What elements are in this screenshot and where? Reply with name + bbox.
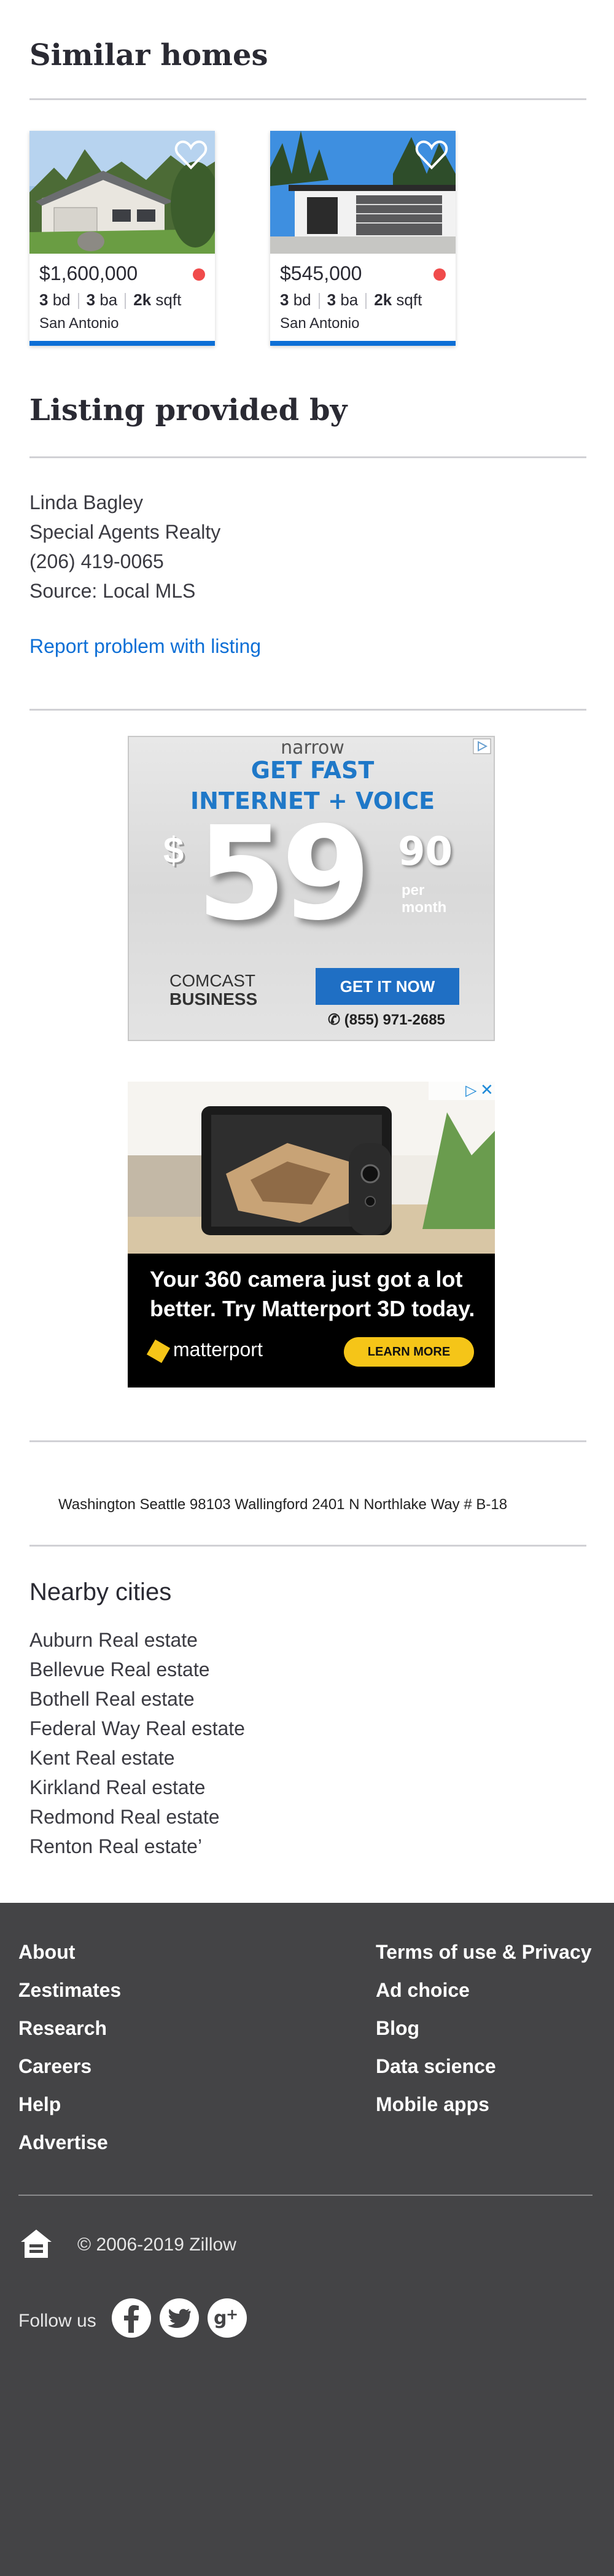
follow-us-label: Follow us (18, 2311, 96, 2331)
favorite-heart-icon[interactable] (415, 139, 448, 170)
agent-name: Linda Bagley (29, 491, 144, 513)
ad-advertiser: COMCAST BUSINESS (169, 971, 258, 1009)
divider (29, 98, 586, 100)
svg-text:g: g (214, 2308, 227, 2329)
footer-link-zestimates[interactable]: Zestimates (18, 1979, 121, 2002)
adchoices-icon[interactable]: ▷ (465, 1082, 476, 1099)
nearby-city-link[interactable]: Federal Way Real estate (29, 1714, 586, 1743)
nearby-city-link[interactable]: Auburn Real estate (29, 1625, 586, 1655)
twitter-icon[interactable] (160, 2298, 199, 2338)
status-dot (433, 268, 446, 281)
ad-copy: Your 360 camera just got a lot better. T… (150, 1267, 475, 1321)
ad-dollar: $ (163, 830, 184, 871)
phone-icon: ✆ (328, 1012, 341, 1028)
listing-address: Washington Seattle 98103 Wallingford 240… (58, 1496, 508, 1513)
nearby-city-link[interactable]: Redmond Real estate (29, 1802, 586, 1832)
home-city: San Antonio (280, 315, 360, 332)
ad-brand-top: narrow (281, 737, 344, 759)
footer-link-help[interactable]: Help (18, 2093, 61, 2116)
close-icon[interactable]: ✕ (480, 1082, 494, 1099)
divider (29, 709, 586, 711)
footer-link-about[interactable]: About (18, 1941, 75, 1964)
agent-phone: (206) 419-0065 (29, 550, 164, 572)
home-facts: 3 bd 3 ba 2k sqft (39, 291, 182, 310)
listing-provided-heading: Listing provided by (29, 393, 348, 427)
copyright: © 2006-2019 Zillow (77, 2234, 236, 2255)
nearby-city-link[interactable]: Bellevue Real estate (29, 1655, 586, 1684)
footer-link-advertise[interactable]: Advertise (18, 2131, 108, 2154)
matterport-logo-icon (146, 1339, 171, 1363)
nearby-cities-heading: Nearby cities (29, 1579, 172, 1606)
footer-link-ad-choice[interactable]: Ad choice (376, 1979, 470, 2002)
home-card[interactable]: $545,000 3 bd 3 ba 2k sqft San Antonio (270, 131, 456, 346)
ad-cta-button[interactable]: GET IT NOW (316, 968, 459, 1005)
footer-link-mobile-apps[interactable]: Mobile apps (376, 2093, 489, 2116)
listing-provider: Linda Bagley Special Agents Realty (206)… (29, 488, 586, 606)
home-price: $545,000 (280, 262, 362, 284)
nearby-city-link[interactable]: Kirkland Real estate (29, 1773, 586, 1802)
ad-phone: ✆ (855) 971-2685 (328, 1012, 445, 1028)
favorite-heart-icon[interactable] (174, 139, 208, 170)
nearby-city-link[interactable]: Bothell Real estate (29, 1684, 586, 1714)
home-photo[interactable] (270, 131, 456, 254)
ad-cta-button[interactable]: LEARN MORE (344, 1337, 474, 1367)
footer: About Zestimates Research Careers Help A… (0, 1903, 614, 2576)
adchoices-bar[interactable]: ▷ ✕ (429, 1082, 495, 1100)
ad-image (128, 1082, 495, 1254)
divider (29, 456, 586, 458)
ad-price: 59 (196, 798, 371, 949)
footer-link-research[interactable]: Research (18, 2017, 107, 2040)
nearby-city-link[interactable]: Kent Real estate (29, 1743, 586, 1773)
ad-cents: 90 (398, 829, 453, 875)
adchoices-icon[interactable] (473, 738, 491, 754)
google-plus-icon[interactable]: g + (208, 2298, 247, 2338)
home-photo[interactable] (29, 131, 215, 254)
ad-brand: matterport (146, 1338, 263, 1363)
divider (29, 1545, 586, 1547)
nearby-cities-list: Auburn Real estate Bellevue Real estate … (29, 1625, 586, 1861)
facebook-icon[interactable] (112, 2298, 151, 2338)
divider (29, 1440, 586, 1442)
footer-divider (18, 2195, 593, 2196)
report-problem-link[interactable]: Report problem with listing (29, 635, 586, 658)
footer-link-blog[interactable]: Blog (376, 2017, 419, 2040)
comcast-ad[interactable]: narrow GET FAST INTERNET + VOICE $ 59 90… (128, 736, 495, 1041)
home-city: San Antonio (39, 315, 119, 332)
home-price: $1,600,000 (39, 262, 138, 284)
listing-source: Source: Local MLS (29, 580, 196, 602)
status-dot (193, 268, 205, 281)
agent-office: Special Agents Realty (29, 521, 221, 543)
equal-housing-icon (21, 2230, 52, 2258)
ad-headline: GET FAST (251, 757, 375, 784)
footer-link-terms[interactable]: Terms of use & Privacy (376, 1941, 592, 1964)
nearby-city-link[interactable]: Renton Real estate’ (29, 1832, 586, 1861)
home-card[interactable]: $1,600,000 3 bd 3 ba 2k sqft San Antonio (29, 131, 215, 346)
svg-text:+: + (226, 2306, 238, 2323)
home-facts: 3 bd 3 ba 2k sqft (280, 291, 422, 310)
footer-link-data-science[interactable]: Data science (376, 2055, 496, 2078)
footer-link-careers[interactable]: Careers (18, 2055, 91, 2078)
ad-per-month: per month (402, 882, 447, 916)
matterport-ad[interactable]: ▷ ✕ Your 360 camera just got a lot bette… (128, 1082, 495, 1388)
similar-homes-heading: Similar homes (29, 38, 268, 72)
